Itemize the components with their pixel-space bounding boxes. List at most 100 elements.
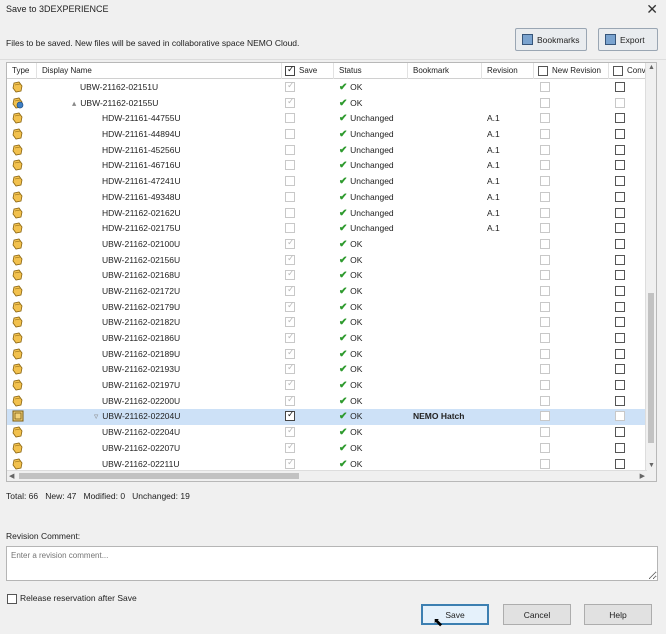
conv-checkbox[interactable] (615, 301, 625, 312)
table-row[interactable]: HDW-21162-02162U ✔ Unchanged A.1 (7, 206, 647, 222)
row-display-name: UBW-21162-02168U (102, 270, 180, 280)
conv-checkbox[interactable] (615, 160, 625, 171)
conv-all-checkbox[interactable] (613, 66, 623, 76)
horizontal-scrollbar[interactable]: ◀ ▶ (7, 470, 647, 481)
save-button[interactable]: Save (421, 604, 489, 625)
table-row[interactable]: UBW-21162-02156U ✔ OK (7, 253, 647, 269)
row-display-name: UBW-21162-02186U (102, 333, 180, 343)
col-display-name[interactable]: Display Name (42, 66, 92, 75)
col-new-revision[interactable]: New Revision (552, 66, 601, 75)
save-checkbox (285, 268, 295, 281)
col-bookmark[interactable]: Bookmark (413, 66, 449, 75)
row-revision: A.1 (487, 223, 500, 234)
conv-checkbox[interactable] (615, 254, 625, 265)
table-row[interactable]: UBW-21162-02193U ✔ OK (7, 362, 647, 378)
scroll-down-icon[interactable]: ▼ (648, 462, 655, 469)
conv-checkbox[interactable] (615, 238, 625, 249)
part-icon (12, 112, 23, 124)
table-row[interactable]: UBW-21162-02179U ✔ OK (7, 300, 647, 316)
close-icon[interactable]: ✕ (646, 1, 658, 18)
table-row[interactable]: UBW-21162-02100U ✔ OK (7, 237, 647, 253)
table-row[interactable]: HDW-21161-44894U ✔ Unchanged A.1 (7, 127, 647, 143)
conv-checkbox[interactable] (615, 191, 625, 202)
bookmarks-button[interactable]: Bookmarks (515, 28, 587, 51)
tree-expander-icon[interactable]: ▿ (94, 411, 98, 421)
save-checkbox (285, 378, 295, 391)
conv-checkbox[interactable] (615, 348, 625, 359)
conv-checkbox[interactable] (615, 223, 625, 234)
table-row[interactable]: UBW-21162-02197U ✔ OK (7, 378, 647, 394)
new-revision-all-checkbox[interactable] (538, 66, 548, 76)
new-revision-checkbox (540, 411, 550, 422)
conv-checkbox[interactable] (615, 364, 625, 375)
conv-checkbox[interactable] (615, 144, 625, 155)
conv-checkbox[interactable] (615, 395, 625, 406)
revision-comment-input[interactable] (6, 546, 658, 581)
table-row[interactable]: HDW-21161-46716U ✔ Unchanged A.1 (7, 158, 647, 174)
save-all-checkbox[interactable] (285, 64, 295, 76)
table-row[interactable]: HDW-21162-02175U ✔ Unchanged A.1 (7, 221, 647, 237)
horizontal-scroll-thumb[interactable] (19, 473, 299, 479)
conv-checkbox[interactable] (615, 82, 625, 92)
save-checkbox (285, 347, 295, 359)
save-checkbox (285, 176, 295, 187)
scroll-up-icon[interactable]: ▲ (648, 64, 655, 71)
conv-checkbox[interactable] (615, 380, 625, 391)
table-row[interactable]: UBW-21162-02200U ✔ OK (7, 394, 647, 410)
conv-checkbox[interactable] (615, 317, 625, 328)
conv-checkbox[interactable] (615, 113, 625, 124)
table-row[interactable]: HDW-21161-44755U ✔ Unchanged A.1 (7, 111, 647, 127)
table-row[interactable]: UBW-21162-02182U ✔ OK (7, 315, 647, 331)
col-status[interactable]: Status (339, 66, 362, 75)
cancel-button[interactable]: Cancel (503, 604, 571, 625)
row-name-text: UBW-21162-02197U (102, 380, 181, 391)
row-display-name: HDW-21161-47241U (102, 176, 181, 186)
row-name-text: UBW-21162-02204U (102, 411, 181, 422)
col-save[interactable]: Save (299, 66, 317, 75)
checkmark-icon: ✔ (339, 270, 351, 282)
col-conv[interactable]: Conv (627, 66, 646, 75)
table-row[interactable]: UBW-21162-02189U ✔ OK (7, 347, 647, 363)
checkmark-icon: ✔ (339, 442, 351, 454)
checkmark-icon: ✔ (339, 317, 351, 329)
scroll-right-icon[interactable]: ▶ (640, 472, 645, 480)
table-row[interactable]: UBW-21162-02168U ✔ OK (7, 268, 647, 284)
table-row[interactable]: UBW-21162-02172U ✔ OK (7, 284, 647, 300)
tree-expander-icon[interactable]: ▴ (72, 98, 76, 108)
conv-checkbox[interactable] (615, 427, 625, 438)
col-type[interactable]: Type (12, 66, 29, 75)
conv-checkbox[interactable] (615, 458, 625, 469)
vertical-scroll-thumb[interactable] (648, 293, 654, 443)
new-revision-checkbox (540, 176, 550, 187)
table-row[interactable]: HDW-21161-49348U ✔ Unchanged A.1 (7, 190, 647, 206)
conv-checkbox[interactable] (615, 285, 625, 296)
col-revision[interactable]: Revision (487, 66, 518, 75)
table-row[interactable]: UBW-21162-02186U ✔ OK (7, 331, 647, 347)
release-reservation-checkbox[interactable] (7, 594, 17, 604)
conv-checkbox[interactable] (615, 176, 625, 187)
conv-checkbox[interactable] (615, 270, 625, 281)
conv-checkbox[interactable] (615, 442, 625, 453)
table-row[interactable]: UBW-21162-02151U ✔ OK (7, 80, 647, 96)
row-status-text: OK (350, 97, 363, 108)
new-revision-checkbox (540, 82, 550, 92)
table-row[interactable]: HDW-21161-47241U ✔ Unchanged A.1 (7, 174, 647, 190)
table-row[interactable]: UBW-21162-02207U ✔ OK (7, 441, 647, 457)
row-name-text: UBW-21162-02200U (102, 395, 181, 406)
part-icon (12, 395, 23, 407)
table-row[interactable]: ▿ UBW-21162-02204U ✔ OK NEMO Hatch (7, 409, 647, 426)
table-row[interactable]: UBW-21162-02204U ✔ OK (7, 425, 647, 441)
scroll-left-icon[interactable]: ◀ (9, 472, 14, 480)
row-bookmark[interactable]: NEMO Hatch (413, 411, 464, 421)
conv-checkbox[interactable] (615, 129, 625, 140)
export-button[interactable]: Export (598, 28, 658, 51)
table-row[interactable]: HDW-21161-45256U ✔ Unchanged A.1 (7, 143, 647, 159)
save-checkbox[interactable] (285, 409, 295, 422)
help-button[interactable]: Help (584, 604, 652, 625)
table-row[interactable]: ▴ UBW-21162-02155U ✔ OK (7, 96, 647, 112)
table-header: Type Display Name Save Status Bookmark R… (7, 63, 656, 79)
conv-checkbox[interactable] (615, 333, 625, 343)
row-display-name: HDW-21162-02162U (102, 208, 181, 218)
vertical-scrollbar[interactable]: ▲ ▼ (645, 63, 656, 481)
conv-checkbox[interactable] (615, 207, 625, 218)
